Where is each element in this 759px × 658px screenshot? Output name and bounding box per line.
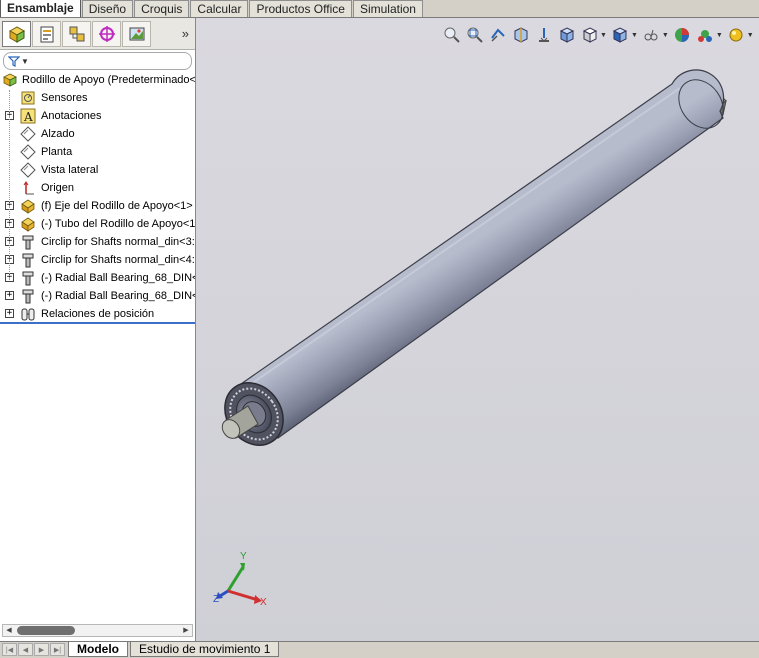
configuration-icon: [69, 26, 84, 41]
tree-item-label: Origen: [41, 182, 75, 194]
tree-connector-line: [9, 90, 10, 280]
property-manager-tab[interactable]: [32, 20, 61, 47]
tree-item-label: Circlip for Shafts normal_din<4:: [41, 254, 195, 266]
tree-item-origen[interactable]: Origen: [0, 179, 195, 197]
tree-root-label: Rodillo de Apoyo (Predeterminado<: [22, 74, 195, 86]
tree-item-label: (-) Tubo del Rodillo de Apoyo<1: [41, 218, 195, 230]
tree-item-label: Alzado: [41, 128, 75, 140]
panel-horizontal-scrollbar[interactable]: ◀ ▶: [2, 624, 193, 637]
tree-item-label: (f) Eje del Rodillo de Apoyo<1>: [41, 200, 193, 212]
tab-simulation[interactable]: Simulation: [352, 0, 423, 18]
property-icon: [40, 26, 53, 42]
tree-item-label: (-) Radial Ball Bearing_68_DIN<: [41, 290, 195, 302]
roller-3d-model[interactable]: Y X Z: [196, 18, 759, 641]
tree-item-label: Relaciones de posición: [41, 308, 155, 320]
feature-tree-icon: [8, 25, 25, 43]
first-tab-icon[interactable]: |◀: [2, 643, 17, 656]
tree-item-circlip-3[interactable]: + Circlip for Shafts normal_din<3:: [0, 233, 195, 251]
prev-tab-icon[interactable]: ◀: [18, 643, 33, 656]
tree-item-eje-rodillo[interactable]: + (f) Eje del Rodillo de Apoyo<1>: [0, 197, 195, 215]
tab-ensamblaje[interactable]: Ensamblaje: [0, 0, 81, 18]
tree-item-bearing-2[interactable]: + (-) Radial Ball Bearing_68_DIN<: [0, 287, 195, 305]
graphics-area[interactable]: ▼ ▼ ▼ ▼ ▼ Y X Z: [196, 18, 759, 641]
tab-calcular[interactable]: Calcular: [190, 0, 249, 18]
plane-icon: [20, 126, 36, 142]
scroll-right-arrow-icon[interactable]: ▶: [180, 625, 192, 636]
triad-z-label: Z: [213, 594, 219, 605]
more-tabs-chevron-icon[interactable]: »: [182, 26, 189, 41]
annotation-icon: A: [20, 108, 36, 124]
tree-item-planta[interactable]: Planta: [0, 143, 195, 161]
tree-item-bearing-1[interactable]: + (-) Radial Ball Bearing_68_DIN<: [0, 269, 195, 287]
display-manager-tab[interactable]: [122, 20, 151, 47]
part-icon: [20, 216, 36, 232]
tube-highlight: [250, 87, 681, 385]
next-tab-icon[interactable]: ▶: [34, 643, 49, 656]
panel-tabs: »: [0, 18, 195, 50]
mates-icon: [20, 306, 36, 322]
feature-manager-panel: » ▼ Rodillo de Apoyo (Predeterminado< Se…: [0, 18, 196, 641]
assembly-icon: [2, 72, 18, 88]
tab-navigation: |◀ ◀ ▶ ▶|: [2, 643, 66, 656]
toolbox-part-icon: [20, 252, 36, 268]
expand-toggle[interactable]: +: [5, 291, 14, 300]
command-manager-tabs: Ensamblaje Diseño Croquis Calcular Produ…: [0, 0, 759, 18]
toolbox-part-icon: [20, 288, 36, 304]
tree-filter[interactable]: ▼: [3, 52, 192, 70]
feature-manager-tab[interactable]: [2, 20, 31, 47]
expand-toggle[interactable]: +: [5, 309, 14, 318]
tab-productos-office[interactable]: Productos Office: [249, 0, 352, 18]
bottom-tab-bar: |◀ ◀ ▶ ▶| Modelo Estudio de movimiento 1: [0, 641, 759, 658]
tree-item-label: Vista lateral: [41, 164, 99, 176]
tree-root-assembly[interactable]: Rodillo de Apoyo (Predeterminado<: [0, 71, 195, 89]
plane-icon: [20, 144, 36, 160]
tree-item-sensores[interactable]: Sensores: [0, 89, 195, 107]
toolbox-part-icon: [20, 270, 36, 286]
tree-item-relaciones[interactable]: + Relaciones de posición: [0, 305, 195, 323]
tree-item-label: Planta: [41, 146, 73, 158]
roller-tube: [240, 69, 725, 439]
feature-tree: Rodillo de Apoyo (Predeterminado< Sensor…: [0, 71, 195, 323]
triad-x-label: X: [260, 597, 267, 608]
filter-dropdown-icon[interactable]: ▼: [21, 57, 29, 66]
svg-text:A: A: [23, 110, 33, 124]
dimxpert-manager-tab[interactable]: [92, 20, 121, 47]
origin-icon: [20, 180, 36, 196]
coordinate-triad: Y X Z: [213, 551, 267, 608]
tree-item-label: Anotaciones: [41, 110, 102, 122]
rollback-bar[interactable]: [0, 322, 195, 324]
tree-item-circlip-4[interactable]: + Circlip for Shafts normal_din<4:: [0, 251, 195, 269]
sensor-icon: [20, 90, 36, 106]
tree-item-alzado[interactable]: Alzado: [0, 125, 195, 143]
dimxpert-icon: [98, 25, 115, 42]
tree-item-label: Circlip for Shafts normal_din<3:: [41, 236, 195, 248]
plane-icon: [20, 162, 36, 178]
tab-estudio-movimiento[interactable]: Estudio de movimiento 1: [130, 642, 280, 657]
display-manager-icon: [129, 27, 144, 40]
scroll-thumb[interactable]: [17, 626, 75, 635]
tree-item-vista-lateral[interactable]: Vista lateral: [0, 161, 195, 179]
part-icon: [20, 198, 36, 214]
last-tab-icon[interactable]: ▶|: [50, 643, 65, 656]
filter-icon: [8, 55, 20, 67]
toolbox-part-icon: [20, 234, 36, 250]
tab-modelo[interactable]: Modelo: [68, 642, 128, 657]
triad-y-label: Y: [240, 551, 247, 562]
tree-item-label: (-) Radial Ball Bearing_68_DIN<: [41, 272, 195, 284]
tab-croquis[interactable]: Croquis: [134, 0, 190, 18]
tab-diseno[interactable]: Diseño: [81, 0, 134, 18]
scroll-left-arrow-icon[interactable]: ◀: [3, 625, 15, 636]
configuration-manager-tab[interactable]: [62, 20, 91, 47]
tree-item-tubo-rodillo[interactable]: + (-) Tubo del Rodillo de Apoyo<1: [0, 215, 195, 233]
tree-item-anotaciones[interactable]: + A Anotaciones: [0, 107, 195, 125]
tree-item-label: Sensores: [41, 92, 88, 104]
